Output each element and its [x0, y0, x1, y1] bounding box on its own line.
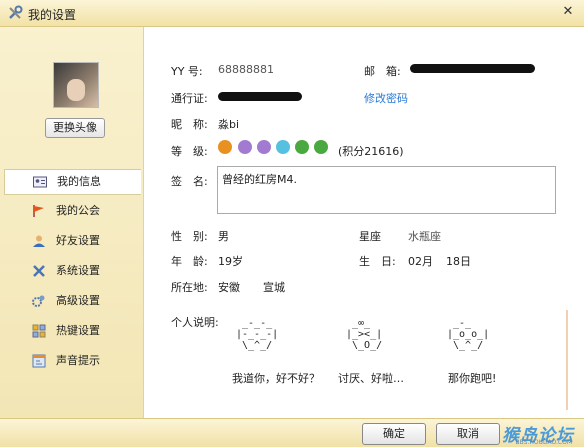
blue-level-icon — [276, 140, 290, 154]
signature-label: 签 名: — [171, 175, 208, 188]
gender-label: 性 别: — [171, 230, 208, 243]
sidebar-item-label: 我的公会 — [56, 204, 100, 217]
sidebar: 更换头像 我的信息 我的公会 好友设置 系统设置 高级设置 热键设置 声音提示 — [0, 27, 144, 418]
sidebar-item-system-settings[interactable]: 系统设置 — [4, 259, 140, 283]
flag-icon — [33, 205, 44, 217]
passport-redacted — [218, 92, 302, 101]
sidebar-item-my-guild[interactable]: 我的公会 — [4, 199, 140, 223]
sidebar-item-sound-alert[interactable]: 声音提示 — [4, 349, 140, 373]
sidebar-item-label: 热键设置 — [56, 324, 100, 337]
close-button[interactable]: ✕ — [560, 5, 576, 19]
change-password-link[interactable]: 修改密码 — [364, 90, 408, 106]
gear-user-icon — [32, 295, 45, 307]
window-title: 我的设置 — [28, 8, 77, 22]
sidebar-item-friend-settings[interactable]: 好友设置 — [4, 229, 140, 253]
sound-icon — [32, 354, 46, 368]
user-icon — [33, 235, 45, 247]
hotkey-icon — [32, 324, 46, 338]
purple-level-icon — [257, 140, 271, 154]
footer-bar: 确定 取消 猴岛论坛 BBS.HOUDAO.COM — [0, 418, 584, 447]
sidebar-item-hotkey-settings[interactable]: 热键设置 — [4, 319, 140, 343]
birthday-label: 生 日: — [359, 255, 396, 268]
ok-button[interactable]: 确定 — [362, 423, 426, 445]
age-value: 19岁 — [218, 255, 243, 268]
watermark-logo: 猴岛论坛 BBS.HOUDAO.COM — [488, 421, 580, 446]
birthday-day: 18日 — [446, 255, 471, 268]
green-level-icon — [295, 140, 309, 154]
age-label: 年 龄: — [171, 255, 208, 268]
nickname-label: 昵 称: — [171, 118, 208, 131]
yy-number-label: YY 号: — [171, 65, 203, 78]
signature-text: 曾经的红房M4. — [222, 173, 297, 186]
profile-card-icon — [33, 176, 47, 188]
email-label: 邮 箱: — [364, 65, 401, 78]
change-avatar-button[interactable]: 更换头像 — [45, 118, 105, 138]
green-level-icon — [314, 140, 328, 154]
personal-description-label: 个人说明: — [171, 316, 219, 329]
description-caption: 讨厌、好啦… — [338, 372, 404, 385]
signature-field[interactable]: 曾经的红房M4. — [217, 166, 556, 214]
yy-number-value: 68888881 — [218, 63, 274, 76]
nickname-value: 淼bi — [218, 118, 240, 131]
description-emoticon: _-_ |_o_o_| \_^_/ — [447, 318, 490, 351]
description-emoticon: _∞_ |_><_| \_O_/ — [346, 318, 383, 351]
watermark-url: BBS.HOUDAO.COM — [515, 439, 572, 446]
description-caption: 那你跑吧! — [448, 372, 497, 385]
title-bar: 我的设置 ✕ — [0, 0, 584, 27]
tools-icon — [33, 265, 45, 277]
birthday-month: 02月 — [408, 255, 433, 268]
constellation-value: 水瓶座 — [408, 230, 441, 243]
crown-level-icon — [218, 140, 232, 154]
sidebar-item-label: 高级设置 — [56, 294, 100, 307]
location-city: 宣城 — [263, 281, 285, 294]
wrench-icon — [9, 5, 23, 19]
sidebar-item-advanced-settings[interactable]: 高级设置 — [4, 289, 140, 313]
sidebar-item-label: 好友设置 — [56, 234, 100, 247]
gender-value: 男 — [218, 230, 229, 243]
sidebar-item-my-info[interactable]: 我的信息 — [4, 169, 141, 195]
avatar-face — [67, 79, 85, 101]
avatar — [53, 62, 99, 108]
description-caption: 我道你，好不好？ — [232, 372, 320, 385]
scroll-indicator[interactable] — [566, 310, 568, 410]
description-emoticon: _-_-_ |-_-_-| \_^_/ — [236, 318, 279, 351]
sidebar-item-label: 系统设置 — [56, 264, 100, 277]
email-redacted — [410, 64, 535, 73]
sidebar-item-label: 声音提示 — [56, 354, 100, 367]
level-label: 等 级: — [171, 145, 208, 158]
level-points: (积分21616) — [338, 145, 404, 158]
location-province: 安徽 — [218, 281, 240, 294]
location-label: 所在地: — [171, 281, 208, 294]
constellation-label: 星座 — [359, 230, 381, 243]
sidebar-item-label: 我的信息 — [57, 175, 101, 188]
purple-level-icon — [238, 140, 252, 154]
passport-label: 通行证: — [171, 92, 208, 105]
